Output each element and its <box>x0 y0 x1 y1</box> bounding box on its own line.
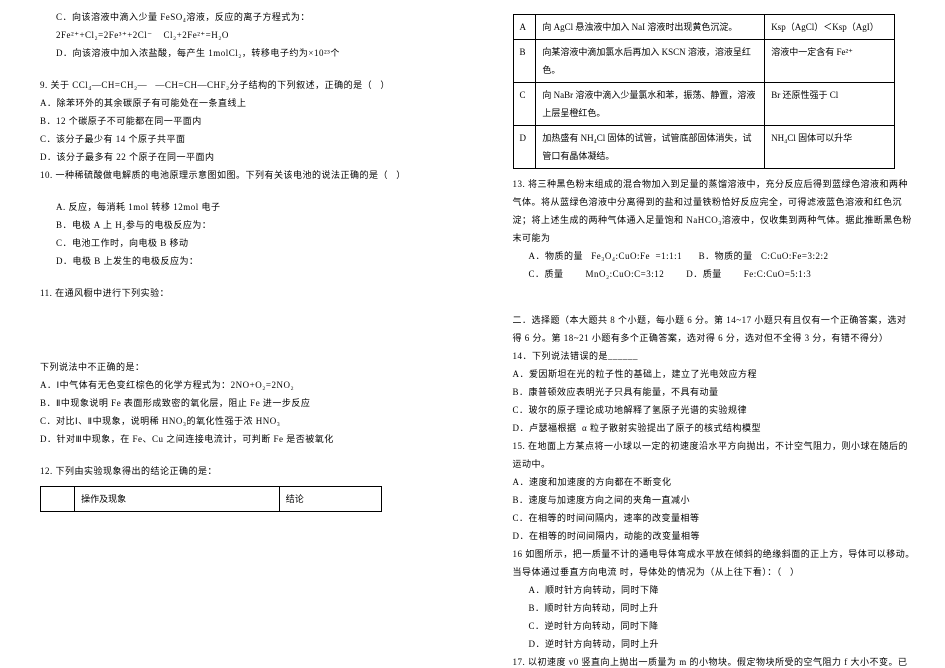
q15-opt-b: B．速度与加速度方向之间的夹角一直减小 <box>513 491 916 509</box>
cell-c-key: C <box>513 83 536 126</box>
table-row: A 向 AgCl 悬浊液中加入 NaI 溶液时出现黄色沉淀。 Ksp（AgCl）… <box>513 15 894 40</box>
cell-c-conc: Br 还原性强于 Cl <box>765 83 895 126</box>
q12-th-conc: 结论 <box>279 487 381 512</box>
cell-b-conc: 溶液中一定含有 Fe²⁺ <box>765 40 895 83</box>
q9-opt-a: A．除苯环外的其余碳原子有可能处在一条直线上 <box>40 94 443 112</box>
cell-a-conc: Ksp（AgCl）＜Ksp（AgI） <box>765 15 895 40</box>
q15-opt-c: C．在相等的时间间隔内，速率的改变量相等 <box>513 509 916 527</box>
q17-stem: 17. 以初速度 v0 竖直向上抛出一质量为 m 的小物块。假定物块所受的空气阻… <box>513 653 916 668</box>
cell-a-op: 向 AgCl 悬浊液中加入 NaI 溶液时出现黄色沉淀。 <box>536 15 765 40</box>
q16-opt-b: B．顺时针方向转动，同时上升 <box>513 599 916 617</box>
q9-opt-c: C．该分子最少有 14 个原子共平面 <box>40 130 443 148</box>
q11-opt-b: B．Ⅱ中现象说明 Fe 表面形成致密的氧化层，阻止 Fe 进一步反应 <box>40 394 443 412</box>
q13-opt-cd: C．质量 MnO₂:CuO:C=3:12 D．质量 Fe:C:CuO=5:1:3 <box>513 265 916 283</box>
q16-stem: 16 如图所示，把一质量不计的通电导体弯成水平放在倾斜的绝缘斜面的正上方，导体可… <box>513 545 916 581</box>
q10-opt-d: D．电极 B 上发生的电极反应为： <box>40 252 443 270</box>
cell-a-key: A <box>513 15 536 40</box>
q15-opt-a: A．速度和加速度的方向都在不断变化 <box>513 473 916 491</box>
q8-c-eq: 2Fe²⁺+Cl₂=2Fe³⁺+2Cl⁻ Cl₂+2Fe²⁺=H₂O <box>40 26 443 44</box>
q10-stem: 10. 一种稀硫酸做电解质的电池原理示意图如图。下列有关该电池的说法正确的是（ … <box>40 166 443 184</box>
left-column: C．向该溶液中滴入少量 FeSO₄溶液，反应的离子方程式为： 2Fe²⁺+Cl₂… <box>0 0 473 668</box>
q14-opt-c: C．玻尔的原子理论成功地解释了氢原子光谱的实验规律 <box>513 401 916 419</box>
q12-th-op: 操作及现象 <box>75 487 280 512</box>
table-row: 操作及现象 结论 <box>41 487 382 512</box>
q12-table-body: A 向 AgCl 悬浊液中加入 NaI 溶液时出现黄色沉淀。 Ksp（AgCl）… <box>513 14 895 169</box>
q11-opt-c: C．对比Ⅰ、Ⅱ中现象，说明稀 HNO₃的氧化性强于浓 HNO₃ <box>40 412 443 430</box>
q11-stem: 11. 在通风橱中进行下列实验： <box>40 284 443 302</box>
q10-opt-a: A. 反应，每消耗 1mol 转移 12mol 电子 <box>40 198 443 216</box>
q9-opt-d: D．该分子最多有 22 个原子在同一平面内 <box>40 148 443 166</box>
table-row: B 向某溶液中滴加氯水后再加入 KSCN 溶液，溶液呈红色。 溶液中一定含有 F… <box>513 40 894 83</box>
cell-b-op: 向某溶液中滴加氯水后再加入 KSCN 溶液，溶液呈红色。 <box>536 40 765 83</box>
q9-opt-b: B．12 个碳原子不可能都在同一平面内 <box>40 112 443 130</box>
q16-opt-a: A．顺时针方向转动，同时下降 <box>513 581 916 599</box>
cell-c-op: 向 NaBr 溶液中滴入少量氯水和苯，振荡、静置，溶液上层呈橙红色。 <box>536 83 765 126</box>
cell-d-conc: NH₄Cl 固体可以升华 <box>765 126 895 169</box>
cell-d-key: D <box>513 126 536 169</box>
q15-opt-d: D．在相等的时间间隔内，动能的改变量相等 <box>513 527 916 545</box>
q16-opt-d: D．逆时针方向转动，同时上升 <box>513 635 916 653</box>
right-column: A 向 AgCl 悬浊液中加入 NaI 溶液时出现黄色沉淀。 Ksp（AgCl）… <box>473 0 945 668</box>
section2-title: 二．选择题（本大题共 8 个小题，每小题 6 分。第 14~17 小题只有且仅有… <box>513 311 916 347</box>
cell-d-op: 加热盛有 NH₄Cl 固体的试管，试管底部固体消失，试管口有晶体凝结。 <box>536 126 765 169</box>
q8-d-text: D．向该溶液中加入浓盐酸，每产生 1molCl₂，转移电子约为×10²³个 <box>40 44 443 62</box>
q13-stem: 13. 将三种黑色粉末组成的混合物加入到足量的蒸馏溶液中，充分反应后得到蓝绿色溶… <box>513 175 916 247</box>
document-page: C．向该溶液中滴入少量 FeSO₄溶液，反应的离子方程式为： 2Fe²⁺+Cl₂… <box>0 0 945 668</box>
q14-stem: 14．下列说法错误的是______ <box>513 347 916 365</box>
q15-stem: 15. 在地面上方某点将一小球以一定的初速度沿水平方向抛出，不计空气阻力，则小球… <box>513 437 916 473</box>
table-row: C 向 NaBr 溶液中滴入少量氯水和苯，振荡、静置，溶液上层呈橙红色。 Br … <box>513 83 894 126</box>
q11-lead: 下列说法中不正确的是： <box>40 358 443 376</box>
q13-opt-ab: A．物质的量 Fe₃O₄:CuO:Fe =1:1:1 B．物质的量 C:CuO:… <box>513 247 916 265</box>
q16-opt-c: C．逆时针方向转动，同时下降 <box>513 617 916 635</box>
cell-b-key: B <box>513 40 536 83</box>
q14-opt-b: B．康普顿效应表明光子只具有能量，不具有动量 <box>513 383 916 401</box>
q9-stem: 9. 关于 CCl₄—CH=CH₂— —CH=CH—CHF₂分子结构的下列叙述，… <box>40 76 443 94</box>
q11-opt-d: D．针对Ⅲ中现象，在 Fe、Cu 之间连接电流计，可判断 Fe 是否被氧化 <box>40 430 443 448</box>
q14-opt-a: A．爱因斯坦在光的粒子性的基础上，建立了光电效应方程 <box>513 365 916 383</box>
table-row: D 加热盛有 NH₄Cl 固体的试管，试管底部固体消失，试管口有晶体凝结。 NH… <box>513 126 894 169</box>
q12-stem: 12. 下列由实验现象得出的结论正确的是： <box>40 462 443 480</box>
q11-opt-a: A．Ⅰ中气体有无色变红棕色的化学方程式为：2NO+O₂=2NO₂ <box>40 376 443 394</box>
q8-c-text: C．向该溶液中滴入少量 FeSO₄溶液，反应的离子方程式为： <box>40 8 443 26</box>
q10-opt-c: C．电池工作时，向电极 B 移动 <box>40 234 443 252</box>
q10-opt-b: B．电极 A 上 H₂参与的电极反应为： <box>40 216 443 234</box>
q14-opt-d: D．卢瑟福根据 α 粒子散射实验提出了原子的核式结构模型 <box>513 419 916 437</box>
q12-table: 操作及现象 结论 <box>40 486 382 512</box>
